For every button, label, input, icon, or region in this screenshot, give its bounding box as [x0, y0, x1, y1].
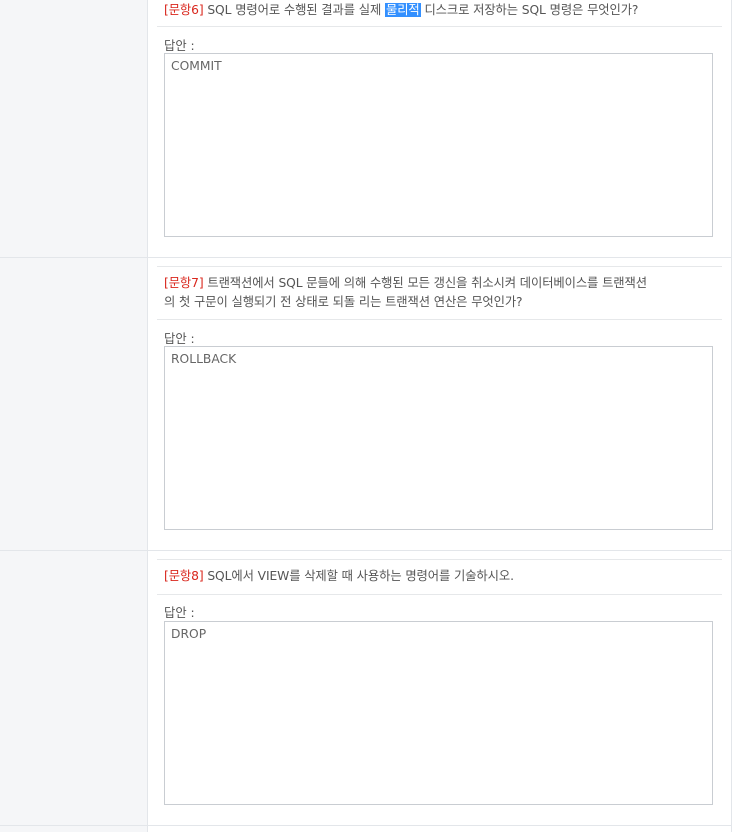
question-content: [148, 826, 731, 832]
question-text: [문항7] 트랜잭션에서 SQL 문들에 의해 수행된 모든 갱신을 취소시켜 …: [164, 274, 709, 311]
question-number: [문항7]: [164, 276, 204, 290]
answer-textarea[interactable]: DROP: [164, 621, 713, 805]
question-content: [문항7] 트랜잭션에서 SQL 문들에 의해 수행된 모든 갱신을 취소시켜 …: [148, 258, 731, 550]
answer-textarea[interactable]: COMMIT: [164, 53, 713, 237]
question-number: [문항6]: [164, 3, 204, 17]
question-row: [문항7] 트랜잭션에서 SQL 문들에 의해 수행된 모든 갱신을 취소시켜 …: [0, 258, 731, 551]
question-row: [문항6] SQL 명령어로 수행된 결과를 실제 물리적 디스크로 저장하는 …: [0, 0, 731, 258]
exam-sheet: [문항6] SQL 명령어로 수행된 결과를 실제 물리적 디스크로 저장하는 …: [0, 0, 732, 832]
row-left-gutter: [0, 551, 148, 825]
row-left-gutter: [0, 826, 148, 832]
question-text: [문항8] SQL에서 VIEW를 삭제할 때 사용하는 명령어를 기술하시오.: [164, 567, 709, 586]
answer-label: 답안 :: [164, 39, 195, 53]
question-number: [문항8]: [164, 569, 204, 583]
question-text-part: SQL에서 VIEW를 삭제할 때 사용하는 명령어를 기술하시오.: [203, 569, 514, 583]
answer-textarea[interactable]: ROLLBACK: [164, 346, 713, 530]
question-text: [문항6] SQL 명령어로 수행된 결과를 실제 물리적 디스크로 저장하는 …: [164, 1, 709, 20]
question-text-part: 트랜잭션에서 SQL 문들에 의해 수행된 모든 갱신을 취소시켜 데이터베이스…: [203, 276, 647, 290]
question-content: [문항6] SQL 명령어로 수행된 결과를 실제 물리적 디스크로 저장하는 …: [148, 0, 731, 257]
answer-label: 답안 :: [164, 606, 195, 620]
question-text-part: 디스크로 저장하는 SQL 명령은 무엇인가?: [420, 3, 639, 17]
question-line: 의 첫 구문이 실행되기 전 상태로 되돌 리는 트랜잭션 연산은 무엇인가?: [164, 294, 523, 309]
question-line: [문항7] 트랜잭션에서 SQL 문들에 의해 수행된 모든 갱신을 취소시켜 …: [164, 274, 709, 293]
answer-label: 답안 :: [164, 332, 195, 346]
selected-text-highlight: 물리적: [385, 3, 421, 17]
question-text-part: SQL 명령어로 수행된 결과를 실제: [203, 3, 385, 17]
question-row: [0, 826, 731, 832]
row-left-gutter: [0, 0, 148, 257]
question-content: [문항8] SQL에서 VIEW를 삭제할 때 사용하는 명령어를 기술하시오.…: [148, 551, 731, 825]
row-left-gutter: [0, 258, 148, 550]
question-row: [문항8] SQL에서 VIEW를 삭제할 때 사용하는 명령어를 기술하시오.…: [0, 551, 731, 826]
